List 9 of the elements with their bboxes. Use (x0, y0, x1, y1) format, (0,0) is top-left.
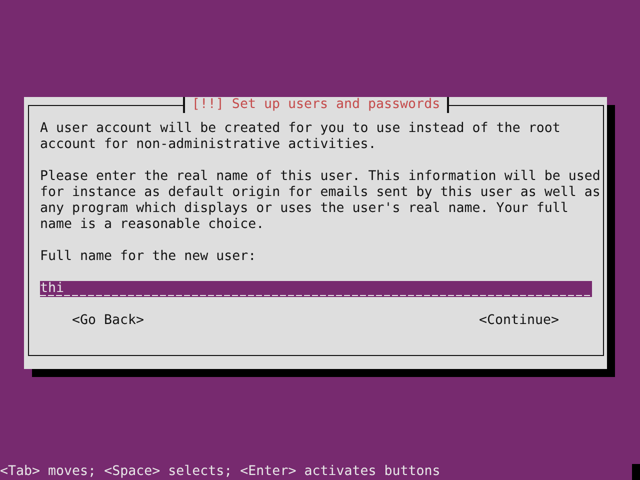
dialog-title: [!!] Set up users and passwords (182, 97, 450, 113)
dialog-text: A user account will be created for you to use instead of the root account for non-administrative activities. (40, 121, 562, 153)
continue-button[interactable]: <Continue> (478, 313, 559, 329)
back-button[interactable]: <Go Back> (72, 313, 144, 329)
input-field[interactable]: thi (40, 281, 592, 297)
cursor-block (632, 464, 640, 480)
help-text: <Tab> moves; <Space> selects; <Enter> activates buttons (0, 464, 440, 480)
field-label: Full name for the new user: (40, 249, 258, 265)
dialog-text: Please enter the real name of this user. This information will be used for instance as default origin for emails sent by this user as well as any program which displays or uses the user's real name. Your full name is a reasonable choice. (40, 169, 602, 233)
